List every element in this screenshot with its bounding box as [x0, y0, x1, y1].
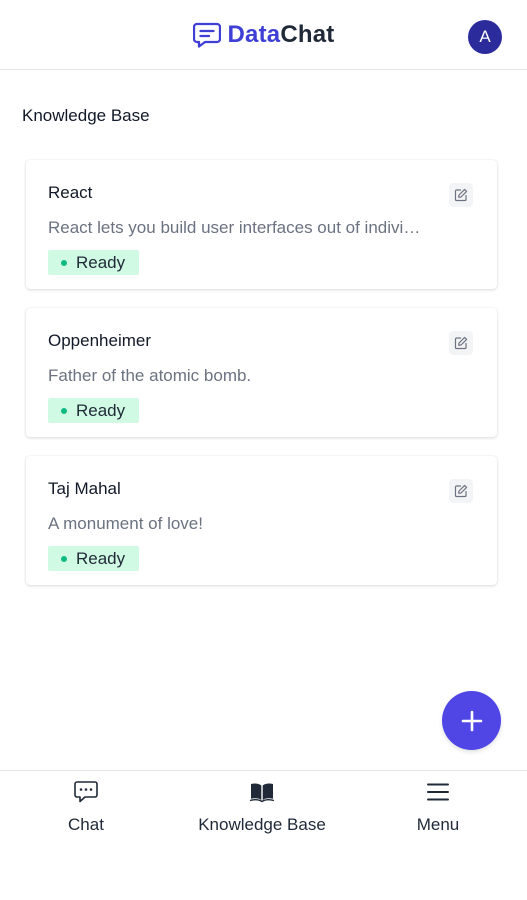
status-badge: Ready — [48, 250, 140, 275]
book-icon — [249, 783, 275, 803]
nav-item-chat[interactable]: Chat — [54, 779, 118, 835]
nav-item-menu[interactable]: Menu — [404, 779, 472, 835]
card-title: Oppenheimer — [48, 331, 152, 350]
knowledge-list: React React lets you build user interfac… — [26, 160, 497, 604]
status-label: Ready — [76, 252, 126, 272]
card-description: Father of the atomic bomb. — [48, 366, 252, 385]
status-label: Ready — [76, 548, 126, 568]
edit-icon — [454, 188, 468, 202]
status-dot — [61, 555, 67, 562]
app-root: DataChat A Knowledge Base React React le… — [0, 0, 527, 900]
knowledge-card[interactable]: Oppenheimer Father of the atomic bomb. R… — [26, 308, 497, 437]
top-header: DataChat A — [0, 0, 527, 70]
edit-button[interactable] — [449, 479, 473, 503]
status-label: Ready — [76, 400, 126, 420]
avatar[interactable]: A — [468, 20, 502, 54]
brand-logo[interactable]: DataChat — [192, 21, 335, 49]
add-knowledge-button[interactable] — [442, 691, 501, 750]
edit-button[interactable] — [449, 183, 473, 207]
hamburger-icon — [427, 783, 449, 801]
card-title: React — [48, 183, 93, 202]
chat-bubble-icon — [192, 22, 221, 48]
status-badge: Ready — [48, 546, 140, 571]
knowledge-card[interactable]: React React lets you build user interfac… — [26, 160, 497, 289]
page-title: Knowledge Base — [22, 106, 150, 125]
brand-name: DataChat — [228, 21, 335, 49]
card-title: Taj Mahal — [48, 479, 121, 498]
nav-label: Knowledge Base — [198, 815, 326, 834]
status-badge: Ready — [48, 398, 140, 423]
brand-name-part1: Data — [227, 20, 281, 48]
edit-button[interactable] — [449, 331, 473, 355]
plus-icon — [461, 710, 482, 731]
nav-label: Menu — [416, 815, 460, 834]
bottom-nav: Chat Knowledge Base Menu — [0, 770, 527, 900]
edit-icon — [454, 336, 468, 350]
status-dot — [61, 407, 67, 414]
edit-icon — [454, 484, 468, 498]
nav-item-knowledge-base[interactable]: Knowledge Base — [182, 779, 342, 835]
card-description: React lets you build user interfaces out… — [48, 218, 428, 237]
nav-label: Chat — [68, 815, 104, 834]
brand-name-part2: Chat — [280, 20, 335, 48]
knowledge-card[interactable]: Taj Mahal A monument of love! Ready — [26, 456, 497, 585]
status-dot — [61, 259, 67, 266]
card-description: A monument of love! — [48, 514, 203, 533]
chat-icon — [74, 781, 98, 803]
